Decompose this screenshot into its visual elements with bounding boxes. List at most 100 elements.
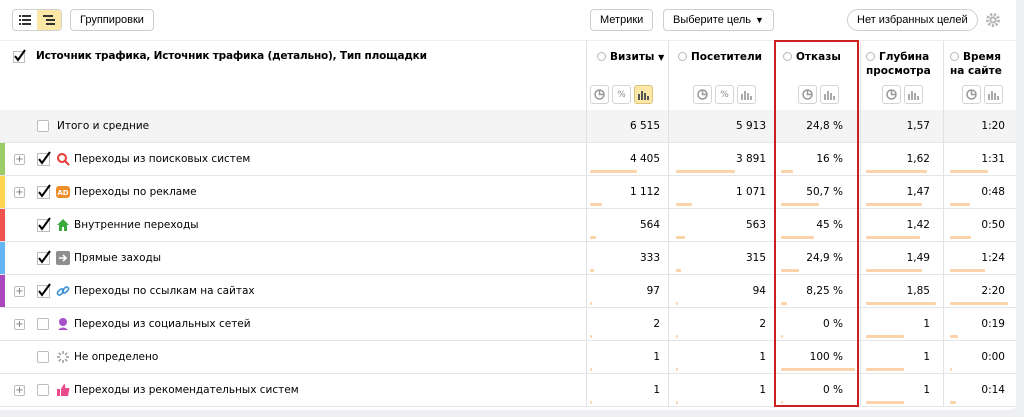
metrics-button[interactable]: Метрики <box>590 9 654 31</box>
cell-bounces: 24,8 % <box>806 120 843 132</box>
value-bar-visitors <box>676 236 685 239</box>
column-divider <box>586 209 587 241</box>
pie-chart-icon[interactable] <box>962 85 981 104</box>
column-header-visitors[interactable]: Посетители <box>678 50 762 64</box>
bar-chart-icon[interactable] <box>737 85 756 104</box>
value-bar-depth <box>866 368 904 371</box>
table-row[interactable]: + AD Переходы по рекламе 1 112 1 071 50,7 % 1,… <box>0 176 1016 209</box>
expand-row-icon[interactable]: + <box>14 154 25 165</box>
column-divider <box>668 308 669 340</box>
cell-bounces: 16 % <box>816 153 843 165</box>
value-bar-visits <box>590 269 594 272</box>
column-header-time[interactable]: Время на сайте <box>950 50 1010 78</box>
column-divider <box>775 374 776 406</box>
social-icon <box>56 317 70 331</box>
expand-row-icon[interactable]: + <box>14 187 25 198</box>
table-row[interactable]: + Переходы из поисковых систем 4 405 3 891 1… <box>0 143 1016 176</box>
row-checkbox[interactable] <box>37 283 51 298</box>
bar-chart-icon[interactable] <box>904 85 923 104</box>
column-divider <box>586 176 587 208</box>
column-header-bounces[interactable]: Отказы <box>783 50 841 64</box>
percent-icon[interactable]: % <box>715 85 734 104</box>
bar-chart-icon[interactable] <box>634 85 653 104</box>
pie-chart-icon[interactable] <box>882 85 901 104</box>
pie-chart-icon[interactable] <box>590 85 609 104</box>
table-row[interactable]: + Переходы из рекомендательных систем 1 1 0 … <box>0 374 1016 407</box>
value-bar-depth <box>866 203 922 206</box>
tree-view-icon[interactable] <box>37 10 61 30</box>
pie-chart-icon[interactable] <box>693 85 712 104</box>
row-checkbox[interactable] <box>37 351 49 363</box>
column-divider <box>943 176 944 208</box>
table-row[interactable]: + Переходы по ссылкам на сайтах 97 94 8,25 %… <box>0 275 1016 308</box>
row-color-stripe <box>0 242 5 274</box>
column-divider <box>943 143 944 175</box>
expand-row-icon[interactable]: + <box>14 385 25 396</box>
column-divider <box>668 242 669 274</box>
chevron-down-icon: ▼ <box>754 15 764 25</box>
goal-select[interactable]: Выберите цель ▼ <box>663 9 774 31</box>
row-label: Переходы из поисковых систем <box>74 153 251 165</box>
value-bar-depth <box>866 170 927 173</box>
gear-icon[interactable] <box>985 12 1001 28</box>
value-bar-time <box>950 368 952 371</box>
row-checkbox[interactable] <box>37 318 49 330</box>
row-checkbox[interactable] <box>37 184 51 199</box>
home-icon <box>56 218 70 232</box>
goal-select-label: Выберите цель <box>673 14 751 26</box>
cell-depth: 1,42 <box>906 219 930 231</box>
value-bar-depth <box>866 401 904 404</box>
row-checkbox[interactable] <box>37 151 51 166</box>
column-divider <box>775 143 776 175</box>
cell-visits: 1 112 <box>629 186 660 198</box>
row-checkbox[interactable] <box>37 120 49 132</box>
value-bar-time <box>950 335 958 338</box>
table-row[interactable]: Не определено 1 1 100 % 1 0:00 <box>0 341 1016 374</box>
grouping-button[interactable]: Группировки <box>70 9 154 31</box>
value-bar-visits <box>590 302 592 305</box>
row-label: Переходы из рекомендательных систем <box>74 384 299 396</box>
column-divider <box>775 209 776 241</box>
column-header-visits[interactable]: Визиты ▼ <box>597 50 664 65</box>
bar-chart-icon[interactable] <box>820 85 839 104</box>
dimension-header[interactable]: Источник трафика, Источник трафика (дета… <box>36 50 427 62</box>
link-icon <box>56 284 70 298</box>
value-bar-depth <box>866 335 904 338</box>
svg-text:AD: AD <box>57 189 68 197</box>
cell-visitors: 1 071 <box>735 186 766 198</box>
totals-row[interactable]: Итого и средние 6 515 5 913 24,8 % 1,57 1:20 <box>0 110 1016 143</box>
table-row[interactable]: Прямые заходы 333 315 24,9 % 1,49 1:24 <box>0 242 1016 275</box>
percent-icon[interactable]: % <box>612 85 631 104</box>
visits-vis-controls: % <box>590 85 653 104</box>
table-row[interactable]: + Переходы из социальных сетей 2 2 0 % 1 0:19 <box>0 308 1016 341</box>
column-divider <box>668 209 669 241</box>
list-view-icon[interactable] <box>13 10 37 30</box>
column-divider <box>668 275 669 307</box>
column-divider <box>668 143 669 175</box>
cell-time: 0:50 <box>981 219 1005 231</box>
select-all-checkbox[interactable] <box>13 49 27 66</box>
expand-row-icon[interactable]: + <box>14 319 25 330</box>
cell-bounces: 0 % <box>823 384 843 396</box>
favorite-goals-button[interactable]: Нет избранных целей <box>847 9 978 31</box>
pie-chart-icon[interactable] <box>798 85 817 104</box>
value-bar-time <box>950 269 985 272</box>
row-checkbox[interactable] <box>37 384 49 396</box>
row-checkbox[interactable] <box>37 250 51 265</box>
row-checkbox[interactable] <box>37 217 51 232</box>
cell-time: 0:48 <box>981 186 1005 198</box>
expand-row-icon[interactable]: + <box>14 286 25 297</box>
bar-chart-icon[interactable] <box>984 85 1003 104</box>
table-row[interactable]: Внутренние переходы 564 563 45 % 1,42 0:50 <box>0 209 1016 242</box>
cell-time: 2:20 <box>981 285 1005 297</box>
row-label: Переходы по рекламе <box>74 186 197 198</box>
cell-visits: 564 <box>639 219 660 231</box>
value-bar-bounces <box>781 170 793 173</box>
arrow-icon <box>56 251 70 265</box>
value-bar-depth <box>866 302 936 305</box>
column-divider <box>860 209 861 241</box>
cell-bounces: 45 % <box>816 219 843 231</box>
toolbar: Группировки Метрики Выберите цель ▼ Нет и… <box>0 0 1016 40</box>
column-divider <box>775 341 776 373</box>
column-header-depth[interactable]: Глубина просмотра <box>866 50 936 78</box>
